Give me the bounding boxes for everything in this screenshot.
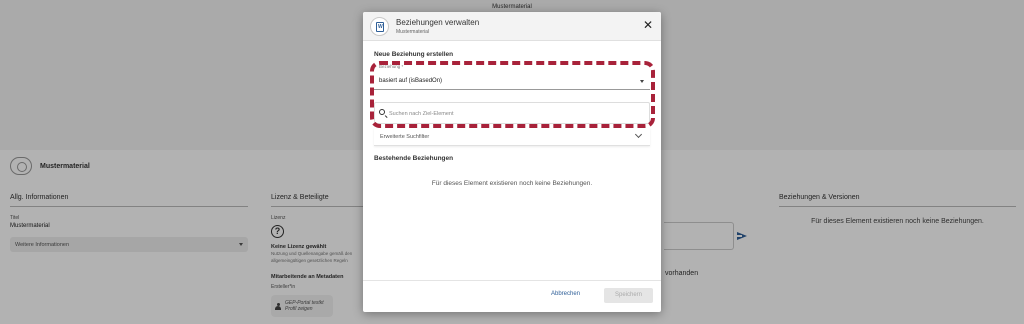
dialog-header: Beziehungen verwalten Mustermaterial ✕ — [363, 12, 661, 41]
document-avatar — [370, 17, 389, 36]
save-button[interactable]: Speichern — [604, 288, 653, 303]
document-icon — [376, 22, 384, 32]
existing-relations-empty: Für dieses Element existieren noch keine… — [431, 180, 593, 187]
search-icon — [379, 109, 385, 115]
dialog-footer: Abbrechen Speichern — [363, 280, 661, 312]
new-relation-heading: Neue Beziehung erstellen — [374, 51, 454, 58]
dialog-subtitle: Mustermaterial — [396, 29, 430, 35]
relation-field-label: Beziehung * — [379, 64, 404, 69]
target-search-box[interactable] — [374, 102, 650, 124]
advanced-filter-toggle[interactable]: Erweiterte Suchfilter — [374, 128, 650, 146]
caret-down-icon — [640, 80, 644, 83]
dialog-title: Beziehungen verwalten — [396, 18, 480, 27]
cancel-button[interactable]: Abbrechen — [551, 291, 580, 297]
chevron-down-icon — [634, 130, 643, 139]
target-search-input[interactable] — [389, 108, 644, 120]
relation-type-value: basiert auf (isBasedOn) — [379, 78, 443, 84]
relation-type-select[interactable]: basiert auf (isBasedOn) — [374, 73, 650, 90]
manage-relations-dialog: Beziehungen verwalten Mustermaterial ✕ N… — [363, 12, 661, 312]
close-icon[interactable]: ✕ — [642, 19, 654, 31]
existing-relations-heading: Bestehende Beziehungen — [374, 155, 454, 162]
advanced-filter-label: Erweiterte Suchfilter — [380, 134, 430, 140]
